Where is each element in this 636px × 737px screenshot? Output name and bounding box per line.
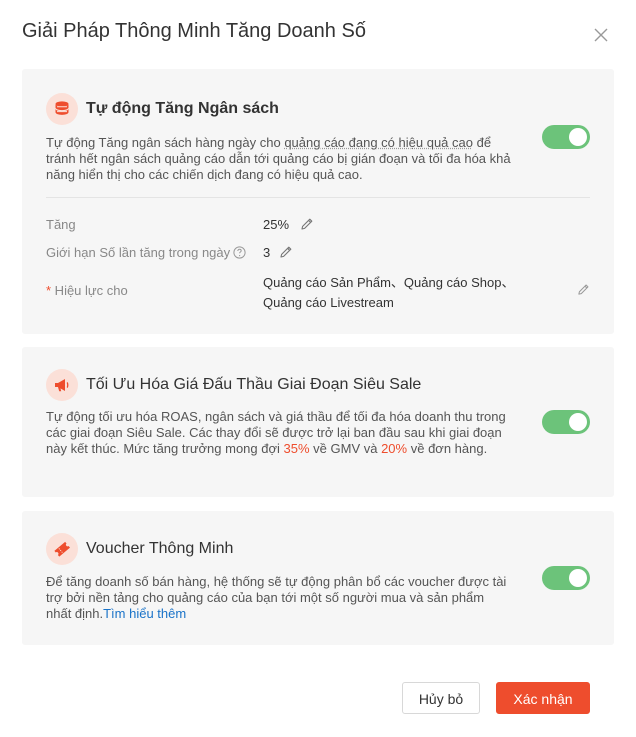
apply-to-line-1: Quảng cáo Sản Phẩm、Quảng cáo Shop、: [263, 275, 515, 290]
edit-apply-pencil-icon[interactable]: [577, 283, 590, 296]
apply-to-value: Quảng cáo Sản Phẩm、Quảng cáo Shop、 Quảng…: [263, 273, 515, 313]
auto-budget-description: Tự động Tăng ngân sách hàng ngày cho quả…: [46, 135, 511, 183]
toggle-knob: [569, 569, 587, 587]
smart-voucher-title: Voucher Thông Minh: [86, 540, 234, 557]
increase-value: 25%: [263, 217, 290, 232]
super-sale-card: Tối Ưu Hóa Giá Đấu Thầu Giai Đoạn Siêu S…: [22, 347, 614, 497]
limit-label: Giới hạn Số lần tăng trong ngày: [46, 245, 246, 260]
apply-to-label: * Hiệu lực cho: [46, 283, 128, 298]
edit-limit-pencil-icon[interactable]: [279, 245, 293, 259]
super-sale-toggle[interactable]: [542, 410, 590, 434]
megaphone-icon: [55, 379, 69, 392]
gmv-percentage: 35%: [283, 441, 310, 456]
smart-voucher-icon-wrap: [46, 533, 78, 565]
ticket-icon: [54, 541, 70, 557]
super-sale-desc-text-2: về GMV và: [309, 441, 382, 456]
smart-voucher-toggle[interactable]: [542, 566, 590, 590]
question-circle-icon[interactable]: [233, 246, 246, 259]
apply-to-line-2: Quảng cáo Livestream: [263, 295, 394, 310]
confirm-button[interactable]: Xác nhận: [496, 682, 590, 714]
auto-budget-card: Tự động Tăng Ngân sách Tự động Tăng ngân…: [22, 69, 614, 334]
toggle-knob: [569, 128, 587, 146]
super-sale-desc-text-3: về đơn hàng.: [407, 441, 488, 456]
edit-increase-pencil-icon[interactable]: [300, 217, 314, 231]
limit-value: 3: [263, 245, 271, 260]
auto-budget-title: Tự động Tăng Ngân sách: [86, 100, 279, 117]
order-percentage: 20%: [381, 441, 408, 456]
divider: [46, 197, 590, 198]
cancel-button[interactable]: Hủy bỏ: [402, 682, 480, 714]
smart-voucher-card: Voucher Thông Minh Để tăng doanh số bán …: [22, 511, 614, 645]
apply-to-label-text: Hiệu lực cho: [51, 283, 128, 298]
dialog-title: Giải Pháp Thông Minh Tăng Doanh Số: [22, 20, 366, 42]
limit-label-text: Giới hạn Số lần tăng trong ngày: [46, 245, 231, 260]
toggle-knob: [569, 413, 587, 431]
database-coins-icon: [55, 101, 69, 115]
super-sale-title: Tối Ưu Hóa Giá Đấu Thầu Giai Đoạn Siêu S…: [86, 376, 422, 393]
super-sale-icon-wrap: [46, 369, 78, 401]
auto-budget-desc-text: Tự động Tăng ngân sách hàng ngày cho: [46, 135, 285, 150]
smart-voucher-description: Để tăng doanh số bán hàng, hệ thống sẽ t…: [46, 574, 511, 622]
learn-more-link[interactable]: Tìm hiểu thêm: [103, 606, 186, 621]
auto-budget-toggle[interactable]: [542, 125, 590, 149]
auto-budget-icon-wrap: [46, 93, 78, 125]
close-icon[interactable]: [592, 26, 610, 44]
auto-budget-desc-highlight: quảng cáo đang có hiệu quả cao: [284, 135, 473, 150]
super-sale-description: Tự động tối ưu hóa ROAS, ngân sách và gi…: [46, 409, 511, 457]
increase-label: Tăng: [46, 217, 76, 232]
